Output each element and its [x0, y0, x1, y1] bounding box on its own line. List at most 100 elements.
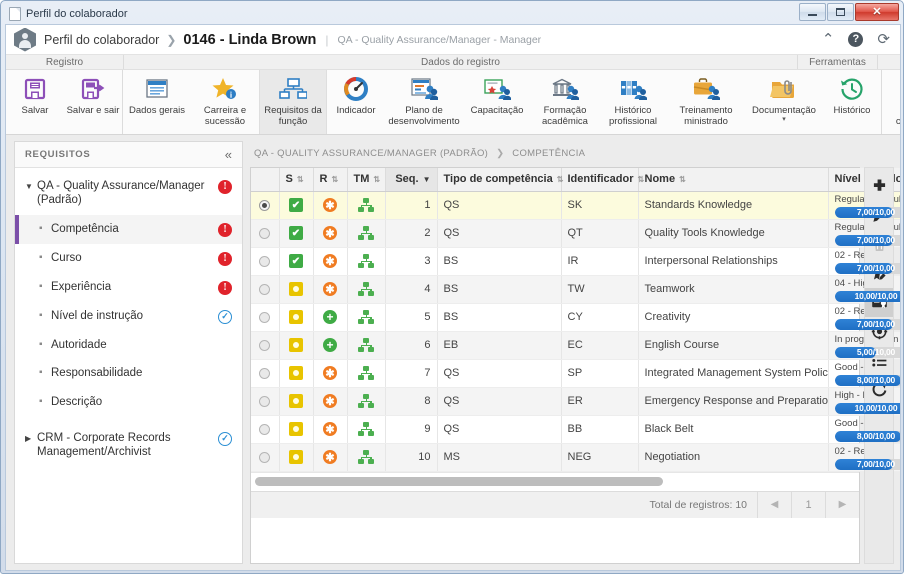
refresh-icon[interactable]: ⟳ [877, 32, 890, 47]
content-area: REQUISITOS « ▼ QA - Quality Assurance/Ma… [6, 135, 900, 570]
header-breadcrumb[interactable]: Perfil do colaborador [44, 33, 159, 47]
plano-de-desenvolvimento-button[interactable]: Plano de desenvolvimento [385, 70, 463, 134]
table-row[interactable]: ✱ 9 QS BB Black Belt Good - Good 8,00/10,… [251, 415, 900, 444]
sidebar-item-experiencia[interactable]: ▪ Experiência ! [15, 273, 242, 302]
requisitos-da-funcao-button[interactable]: Requisitos da função [259, 70, 327, 134]
floppy-disk-arrow-icon [80, 74, 106, 104]
col-nome[interactable]: Nome ⇅ [638, 168, 829, 192]
chevron-right-icon[interactable]: ▶ [25, 431, 37, 443]
chevron-down-icon[interactable]: ▾ [782, 116, 786, 123]
close-button[interactable]: ✕ [855, 3, 899, 21]
table-row[interactable]: + 6 EB EC English Course In progress - I… [251, 331, 900, 360]
row-radio[interactable] [259, 423, 271, 435]
horizontal-scrollbar[interactable] [251, 471, 859, 491]
minimize-button[interactable] [799, 3, 826, 21]
row-select-cell[interactable] [251, 191, 280, 220]
sort-icon[interactable]: ⇅ [638, 175, 645, 184]
row-select-cell[interactable] [251, 359, 280, 388]
col-identificador[interactable]: Identificador ⇅ [561, 168, 644, 192]
col-tipo[interactable]: Tipo de competência ⇅ [437, 168, 564, 192]
row-radio[interactable] [259, 451, 271, 463]
historico-profissional-button[interactable]: Histórico profissional [599, 70, 667, 134]
table-row[interactable]: ✱ 7 QS SP Integrated Management System P… [251, 359, 900, 388]
ribbon-toolbar: Registro Dados do registro Ferramentas S… [6, 55, 900, 135]
sidebar-item-responsabilidade[interactable]: ▪ Responsabilidade [15, 359, 242, 387]
row-radio[interactable] [259, 339, 271, 351]
formacao-academica-button[interactable]: Formação acadêmica [531, 70, 599, 134]
row-select-cell[interactable] [251, 303, 280, 332]
row-radio[interactable] [259, 283, 271, 295]
sort-icon[interactable]: ⇅ [557, 175, 564, 184]
table-row[interactable]: ✱ 4 BS TW Teamwork 04 - High 10,00/10,00 [251, 275, 900, 304]
next-page-button[interactable]: ▶ [825, 491, 859, 518]
capacitacao-button[interactable]: Capacitação [463, 70, 531, 134]
row-radio[interactable] [259, 255, 271, 267]
prev-page-button[interactable]: ◀ [757, 491, 791, 518]
sidebar-item-autoridade[interactable]: ▪ Autoridade [15, 331, 242, 359]
current-page-button[interactable]: 1 [791, 491, 825, 518]
chevron-down-icon[interactable]: ▼ [25, 179, 37, 191]
row-radio[interactable] [259, 367, 271, 379]
row-select-cell[interactable] [251, 415, 280, 444]
help-icon[interactable]: ? [848, 32, 864, 47]
status-badge: ! [216, 280, 234, 295]
row-radio[interactable] [259, 199, 271, 211]
salvar-button[interactable]: Salvar [6, 70, 64, 134]
historico-button[interactable]: Histórico [823, 70, 881, 134]
table-row[interactable]: ✱ 10 MS NEG Negotiation 02 - Regular 7,00… [251, 443, 900, 472]
sort-icon[interactable]: ⇅ [373, 175, 380, 184]
table-row[interactable]: + 5 BS CY Creativity 02 - Regular 7,00/10… [251, 303, 900, 332]
col-seq[interactable]: Seq. ▼ [385, 168, 438, 192]
table-row[interactable]: ✱ 8 QS ER Emergency Response and Prepara… [251, 387, 900, 416]
plan-people-icon [410, 74, 438, 104]
sort-icon[interactable]: ⇅ [331, 175, 338, 184]
perfil-do-colaborador-button[interactable]: Perfil do colaborador [882, 70, 900, 134]
row-nome: Integrated Management System Policy [638, 359, 829, 388]
row-select-cell[interactable] [251, 387, 280, 416]
ribbon-group-registro: Registro [6, 55, 124, 69]
row-select-cell[interactable] [251, 275, 280, 304]
scrollbar-thumb[interactable] [255, 476, 663, 486]
sidebar-item-label: Autoridade [51, 338, 107, 351]
documentacao-button[interactable]: Documentação ▾ [745, 70, 823, 134]
sort-icon[interactable]: ⇅ [679, 175, 686, 184]
row-select-cell[interactable] [251, 219, 280, 248]
scrollbar-track[interactable] [255, 476, 855, 486]
row-radio[interactable] [259, 311, 271, 323]
carreira-e-sucessao-button[interactable]: i Carreira e sucessão [191, 70, 259, 134]
sidebar-item-qa-group[interactable]: ▼ QA - Quality Assurance/Manager (Padrão… [15, 172, 242, 215]
sort-icon[interactable]: ⇅ [297, 175, 304, 184]
sidebar-item-descricao[interactable]: ▪ Descrição [15, 388, 242, 416]
sidebar-item-crm-group[interactable]: ▶ CRM - Corporate Records Management/Arc… [15, 424, 242, 467]
col-tm[interactable]: TM ⇅ [347, 168, 386, 192]
dados-gerais-button[interactable]: Dados gerais [123, 70, 191, 134]
row-identificador: TW [561, 275, 639, 304]
sidebar-item-nivel-de-instrucao[interactable]: ▪ Nível de instrução ✓ [15, 302, 242, 331]
status-badge: ✓ [216, 431, 234, 446]
row-select-cell[interactable] [251, 247, 280, 276]
row-radio[interactable] [259, 395, 271, 407]
row-tm-cell [347, 247, 386, 276]
ribbon-section-dados: Dados gerais i Carreira e sucessão Requi… [123, 70, 882, 134]
table-row[interactable]: ✔ ✱ 1 QS SK Standards Knowledge Regular … [251, 191, 900, 220]
sidebar-item-curso[interactable]: ▪ Curso ! [15, 244, 242, 273]
sort-desc-icon[interactable]: ▼ [423, 175, 431, 184]
treinamento-ministrado-button[interactable]: Treinamento ministrado [667, 70, 745, 134]
breadcrumb-root[interactable]: QA - QUALITY ASSURANCE/MANAGER (PADRÃO) [254, 148, 488, 159]
add-button[interactable] [865, 172, 893, 201]
table-row[interactable]: ✔ ✱ 3 BS IR Interpersonal Relationships … [251, 247, 900, 276]
org-chart-icon [358, 366, 374, 380]
col-r[interactable]: R ⇅ [313, 168, 348, 192]
col-s[interactable]: S ⇅ [279, 168, 314, 192]
row-select-cell[interactable] [251, 331, 280, 360]
table-row[interactable]: ✔ ✱ 2 QS QT Quality Tools Knowledge Regu… [251, 219, 900, 248]
row-select-cell[interactable] [251, 443, 280, 472]
collapse-sidebar-icon[interactable]: « [225, 148, 232, 161]
indicador-button[interactable]: Indicador [327, 70, 385, 134]
row-radio[interactable] [259, 227, 271, 239]
maximize-button[interactable] [827, 3, 854, 21]
row-r-cell: + [313, 303, 348, 332]
chevron-up-icon[interactable]: ⌃ [822, 32, 835, 47]
salvar-e-sair-button[interactable]: Salvar e sair [64, 70, 122, 134]
sidebar-item-competencia[interactable]: ▪ Competência ! [15, 214, 242, 244]
